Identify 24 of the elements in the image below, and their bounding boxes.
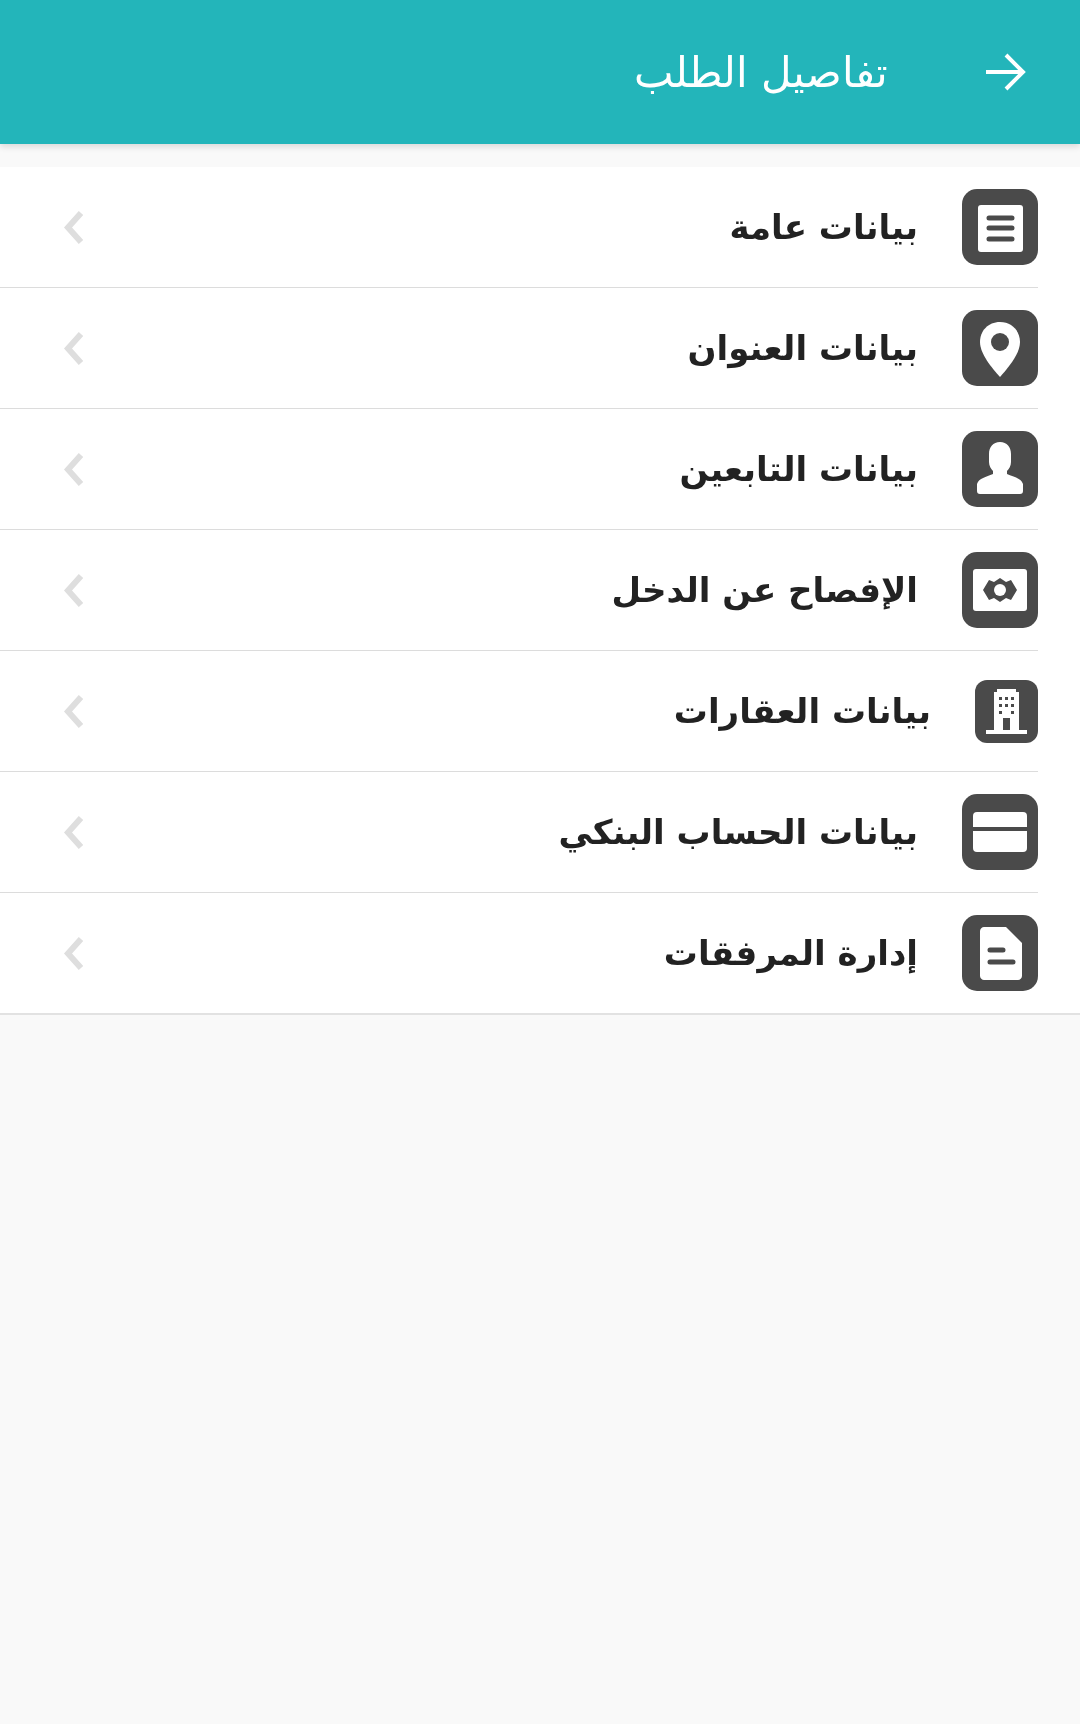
menu-item[interactable]: بيانات عامة [0, 167, 1038, 288]
chevron-left-icon [63, 573, 84, 607]
chevron-left-icon [63, 210, 84, 244]
menu-item[interactable]: الإفصاح عن الدخل [0, 530, 1038, 651]
menu-item[interactable]: بيانات العنوان [0, 288, 1038, 409]
page-title: تفاصيل الطلب [633, 47, 888, 97]
menu-item[interactable]: بيانات الحساب البنكي [0, 772, 1038, 893]
chevron-left-icon [63, 815, 84, 849]
document-lines-icon [962, 189, 1038, 265]
chevron-left-icon [63, 694, 84, 728]
back-button[interactable] [985, 52, 1027, 92]
menu-item[interactable]: بيانات العقارات [0, 651, 1038, 772]
menu-item[interactable]: إدارة المرفقات [0, 893, 1038, 1013]
menu-item[interactable]: بيانات التابعين [0, 409, 1038, 530]
chevron-left-icon [63, 331, 84, 365]
building-icon [975, 679, 1038, 743]
location-pin-icon [962, 310, 1038, 386]
credit-card-icon [962, 794, 1038, 870]
chevron-left-icon [63, 452, 84, 486]
chevron-left-icon [63, 936, 84, 970]
banknote-icon [962, 552, 1038, 628]
file-icon [962, 915, 1038, 991]
arrow-right-icon [985, 52, 1027, 92]
person-icon [962, 431, 1038, 507]
